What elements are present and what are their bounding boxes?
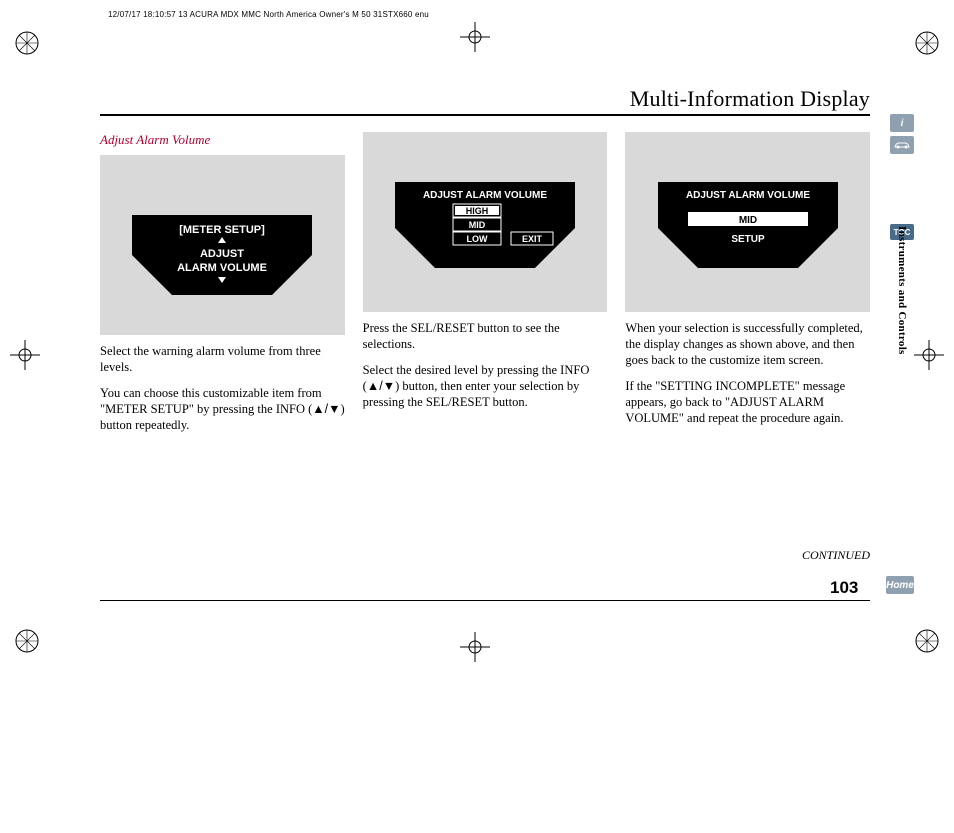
body-text: If the "SETTING INCOMPLETE" message appe… — [625, 378, 870, 426]
body-text: Select the desired level by pressing the… — [363, 362, 608, 410]
body-text: Select the warning alarm volume from thr… — [100, 343, 345, 375]
display-figure-2: ADJUST ALARM VOLUME HIGH MID LOW EXIT — [363, 132, 608, 312]
crop-mark-icon — [10, 340, 40, 370]
svg-text:LOW: LOW — [467, 234, 488, 244]
registration-mark-icon — [14, 628, 40, 654]
column-3: ADJUST ALARM VOLUME MID SETUP When your … — [625, 132, 870, 443]
page-title: Multi-Information Display — [100, 86, 870, 116]
crop-mark-icon — [914, 340, 944, 370]
column-2: ADJUST ALARM VOLUME HIGH MID LOW EXIT Pr… — [363, 132, 608, 443]
svg-text:MID: MID — [739, 215, 757, 226]
up-down-triangle-icon: ▲/▼ — [367, 379, 395, 393]
registration-mark-icon — [914, 30, 940, 56]
up-down-triangle-icon: ▲/▼ — [312, 402, 340, 416]
svg-text:HIGH: HIGH — [466, 206, 489, 216]
body-text: Press the SEL/RESET button to see the se… — [363, 320, 608, 352]
svg-text:ALARM VOLUME: ALARM VOLUME — [177, 262, 267, 274]
print-metadata: 12/07/17 18:10:57 13 ACURA MDX MMC North… — [108, 10, 429, 19]
body-text: You can choose this customizable item fr… — [100, 385, 345, 433]
crop-mark-icon — [460, 632, 490, 662]
info-icon[interactable]: i — [890, 114, 914, 132]
registration-mark-icon — [914, 628, 940, 654]
page-number: 103 — [830, 578, 858, 598]
svg-text:ADJUST: ADJUST — [200, 248, 244, 260]
svg-text:ADJUST ALARM VOLUME: ADJUST ALARM VOLUME — [423, 190, 547, 201]
subheading: Adjust Alarm Volume — [100, 132, 345, 149]
section-label: Instruments and Controls — [896, 226, 908, 355]
svg-text:EXIT: EXIT — [522, 234, 543, 244]
registration-mark-icon — [14, 30, 40, 56]
crop-mark-icon — [460, 22, 490, 52]
body-text: When your selection is successfully comp… — [625, 320, 870, 368]
car-icon[interactable] — [890, 136, 914, 154]
column-1: Adjust Alarm Volume [METER SETUP] ADJUST… — [100, 132, 345, 443]
svg-text:MID: MID — [469, 220, 486, 230]
display-figure-3: ADJUST ALARM VOLUME MID SETUP — [625, 132, 870, 312]
footer-rule — [100, 600, 870, 601]
home-button[interactable]: Home — [886, 576, 914, 594]
svg-text:ADJUST ALARM VOLUME: ADJUST ALARM VOLUME — [686, 190, 810, 201]
svg-text:SETUP: SETUP — [731, 234, 765, 245]
display-figure-1: [METER SETUP] ADJUST ALARM VOLUME — [100, 155, 345, 335]
svg-text:[METER SETUP]: [METER SETUP] — [180, 224, 266, 236]
